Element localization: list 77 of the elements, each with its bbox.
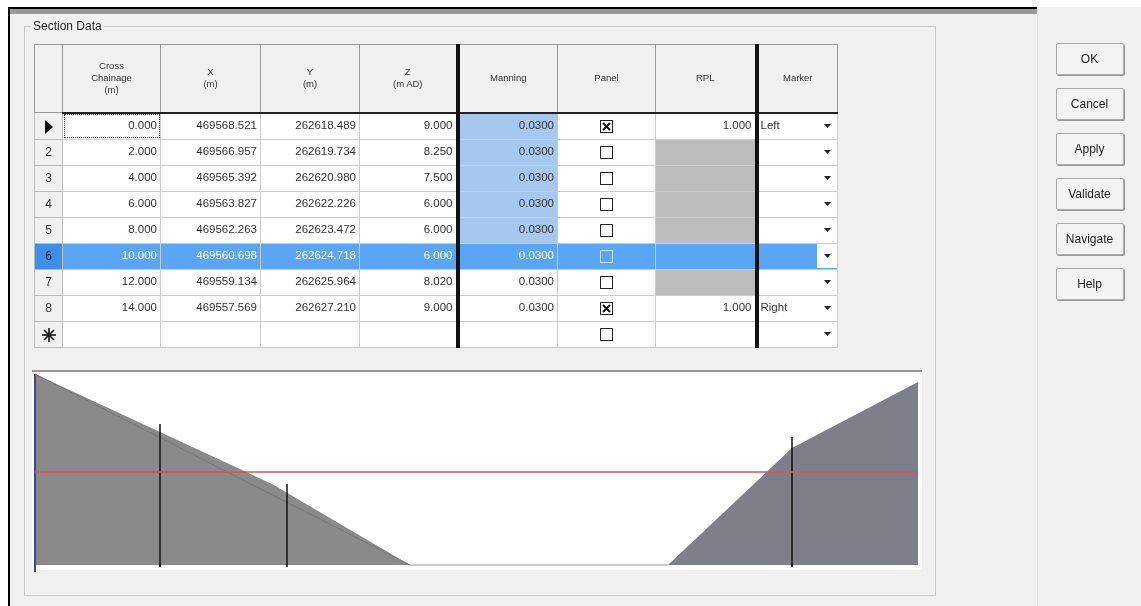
- table-cell: 262619.734: [260, 139, 360, 165]
- checkbox[interactable]: [600, 197, 613, 211]
- table-cell: 6.000: [359, 243, 458, 269]
- table-cell: 10.000: [62, 243, 161, 269]
- table-cell: 6.000: [359, 191, 458, 217]
- column-header[interactable]: Cross Chainage (m): [62, 44, 161, 113]
- table-cell: 2.000: [62, 139, 161, 165]
- table-cell: 469562.263: [160, 217, 261, 243]
- table-cell: 14.000: [62, 295, 161, 321]
- row-header[interactable]: 7: [34, 269, 63, 295]
- dialog-button[interactable]: OK: [1055, 43, 1124, 75]
- table-cell: 1.000: [655, 112, 757, 139]
- column-header[interactable]: Marker: [756, 44, 838, 113]
- caret-icon: [823, 202, 831, 206]
- column-header[interactable]: RPL: [655, 44, 757, 113]
- checkbox[interactable]: [600, 327, 613, 341]
- table-cell: 262627.210: [260, 295, 360, 321]
- marker-value: Left: [759, 118, 781, 134]
- row-header[interactable]: 5: [34, 217, 63, 243]
- column-header[interactable]: X (m): [160, 44, 261, 113]
- current-row-icon: [43, 119, 54, 134]
- checkbox[interactable]: [600, 275, 613, 289]
- caret-icon: [823, 280, 831, 284]
- caret-icon: [823, 306, 831, 310]
- table-cell: 469566.957: [160, 139, 261, 165]
- dropdown-button[interactable]: [817, 244, 837, 268]
- table-cell: 262623.472: [260, 217, 360, 243]
- checkbox[interactable]: [600, 171, 613, 185]
- dialog-button[interactable]: Validate: [1055, 178, 1124, 210]
- table-cell: 8.020: [359, 269, 458, 295]
- column-header[interactable]: Y (m): [260, 44, 360, 113]
- column-header[interactable]: Manning: [457, 44, 558, 113]
- new-row-icon: [40, 326, 57, 343]
- table-cell: 9.000: [359, 112, 458, 139]
- table-cell: 262622.226: [260, 191, 360, 217]
- table-cell: 4.000: [62, 165, 161, 191]
- caret-icon: [823, 150, 831, 154]
- table-cell: 262625.964: [260, 269, 360, 295]
- caret-icon: [823, 124, 831, 128]
- row-header[interactable]: 3: [34, 165, 63, 191]
- table-cell: 8.250: [359, 139, 458, 165]
- row-header[interactable]: 8: [34, 295, 63, 321]
- dialog-button[interactable]: Cancel: [1055, 88, 1124, 120]
- table-cell: 262624.718: [260, 243, 360, 269]
- row-header[interactable]: 4: [34, 191, 63, 217]
- table-cell: 469559.134: [160, 269, 261, 295]
- table-cell: 7.500: [359, 165, 458, 191]
- table-cell: 6.000: [359, 217, 458, 243]
- row-header[interactable]: 2: [34, 139, 63, 165]
- caret-icon: [823, 254, 831, 258]
- table-cell: 6.000: [62, 191, 161, 217]
- checkbox[interactable]: [600, 223, 613, 237]
- row-header[interactable]: 6: [34, 243, 63, 269]
- dialog-button[interactable]: Navigate: [1055, 223, 1124, 255]
- checkbox[interactable]: [600, 145, 613, 159]
- table-cell: 469568.521: [160, 112, 261, 139]
- caret-icon: [823, 228, 831, 232]
- marker-value: Right: [759, 300, 789, 316]
- table-cell: 0.000: [62, 112, 161, 139]
- table-cell: 469563.827: [160, 191, 261, 217]
- table-cell: 8.000: [62, 217, 161, 243]
- caret-icon: [823, 332, 831, 336]
- table-cell: 262620.980: [260, 165, 360, 191]
- checkbox[interactable]: [600, 301, 613, 315]
- table-cell: 469557.569: [160, 295, 261, 321]
- dialog-button[interactable]: Help: [1055, 268, 1124, 300]
- caret-icon: [823, 176, 831, 180]
- dialog-button[interactable]: Apply: [1055, 133, 1124, 165]
- column-header[interactable]: Z (m AD): [359, 44, 458, 113]
- table-cell: 1.000: [655, 295, 757, 321]
- table-cell: 469565.392: [160, 165, 261, 191]
- table-cell: 9.000: [359, 295, 458, 321]
- checkbox[interactable]: [600, 119, 613, 133]
- table-cell: 469560.698: [160, 243, 261, 269]
- column-header[interactable]: Panel: [557, 44, 656, 113]
- table-cell: 12.000: [62, 269, 161, 295]
- table-cell: 262618.489: [260, 112, 360, 139]
